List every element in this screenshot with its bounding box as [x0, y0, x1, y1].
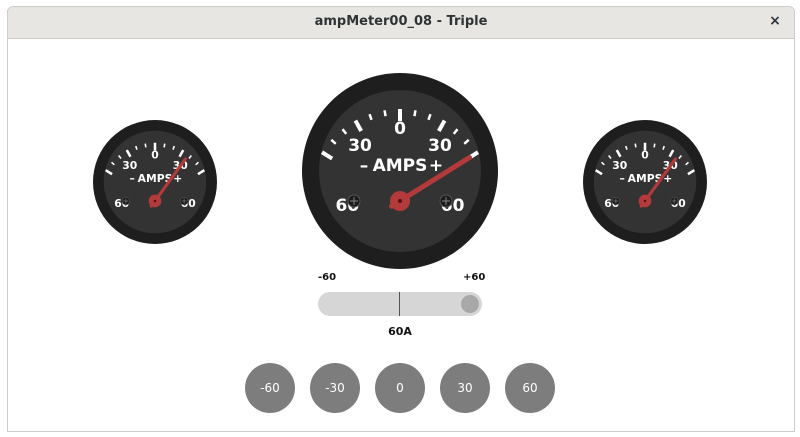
- gauge-tick: [144, 143, 147, 148]
- slider-max-label: +60: [463, 272, 486, 283]
- gauge-tick: [383, 110, 387, 117]
- slider-value-label: 60A: [388, 325, 412, 338]
- slider-thumb[interactable]: [461, 295, 479, 313]
- window-title: ampMeter00_08 - Triple: [314, 14, 488, 29]
- gauge-minus-label: –: [360, 156, 369, 176]
- gauge-scale-label: 30: [428, 136, 452, 156]
- amp-gauge-left: 603003060AMPS–+: [93, 120, 217, 244]
- gauge-scale-label: 0: [394, 119, 406, 139]
- gauge-tick: [634, 143, 637, 148]
- gauge-scale-label: 0: [641, 148, 648, 161]
- gauge-minus-label: –: [130, 172, 135, 185]
- slider-min-label: -60: [318, 272, 337, 283]
- close-icon[interactable]: ×: [766, 12, 784, 30]
- preset-button-minus-30[interactable]: -30: [310, 363, 360, 413]
- preset-button-60[interactable]: 60: [505, 363, 555, 413]
- gauge-needle-pin: [398, 199, 402, 203]
- gauge-minus-label: –: [620, 172, 625, 185]
- gauge-scale-label: 30: [122, 159, 137, 172]
- gauge-tick: [653, 143, 656, 148]
- gauge-unit-label: AMPS: [373, 156, 428, 176]
- gauge-needle-pin: [153, 199, 157, 203]
- slider-track[interactable]: [318, 292, 482, 316]
- gauge-tick: [163, 143, 166, 148]
- title-bar: ampMeter00_08 - Triple ×: [8, 7, 794, 39]
- preset-button-minus-60[interactable]: -60: [245, 363, 295, 413]
- gauge-scale-label: 30: [612, 159, 627, 172]
- preset-button-row: -60 -30 0 30 60: [0, 363, 800, 413]
- amp-slider[interactable]: [318, 292, 482, 318]
- amp-gauge-center: 603003060AMPS– +: [302, 73, 498, 269]
- preset-button-0[interactable]: 0: [375, 363, 425, 413]
- slider-center-mark: [399, 292, 400, 316]
- gauge-tick: [413, 110, 417, 117]
- preset-button-30[interactable]: 30: [440, 363, 490, 413]
- gauge-scale-label: 0: [151, 148, 158, 161]
- gauge-scale-label: 30: [348, 136, 372, 156]
- amp-gauge-right: 603003060AMPS–+: [583, 120, 707, 244]
- gauge-needle-pin: [643, 199, 647, 203]
